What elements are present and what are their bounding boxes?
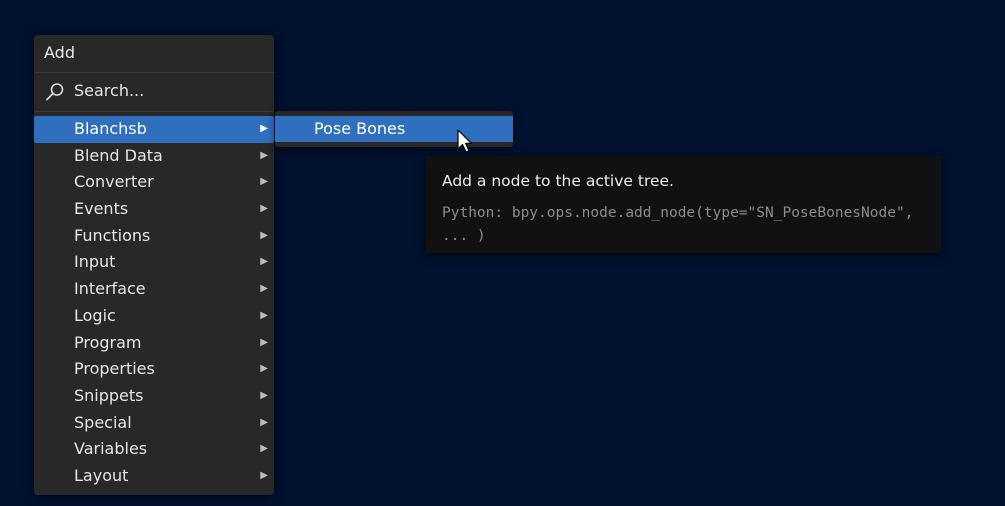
menu-item-label: Interface [74, 279, 146, 299]
menu-item-label: Input [74, 252, 116, 272]
triangle-right-icon: ▶ [260, 389, 268, 401]
add-menu: Add Search... Blanchsb ▶ Blend Data ▶ Co… [34, 35, 274, 495]
triangle-right-icon: ▶ [260, 203, 268, 215]
menu-item-events[interactable]: Events ▶ [34, 196, 274, 223]
submenu-item-pose-bones[interactable]: Pose Bones [275, 116, 513, 142]
menu-items: Blanchsb ▶ Blend Data ▶ Converter ▶ Even… [34, 116, 274, 490]
menu-item-label: Layout [74, 465, 129, 485]
menu-item-blend-data[interactable]: Blend Data ▶ [34, 143, 274, 170]
search-icon [46, 83, 64, 101]
menu-item-label: Logic [74, 305, 116, 325]
menu-item-label: Events [74, 199, 129, 219]
triangle-right-icon: ▶ [260, 416, 268, 428]
triangle-right-icon: ▶ [260, 443, 268, 455]
menu-divider [34, 111, 274, 112]
menu-item-interface[interactable]: Interface ▶ [34, 276, 274, 303]
menu-item-input[interactable]: Input ▶ [34, 249, 274, 276]
menu-item-variables[interactable]: Variables ▶ [34, 436, 274, 463]
menu-item-label: Snippets [74, 385, 144, 405]
menu-item-layout[interactable]: Layout ▶ [34, 463, 274, 490]
triangle-right-icon: ▶ [260, 256, 268, 268]
menu-item-program[interactable]: Program ▶ [34, 330, 274, 357]
menu-item-label: Blend Data [74, 145, 163, 165]
menu-item-logic[interactable]: Logic ▶ [34, 303, 274, 330]
menu-title: Add [44, 43, 75, 62]
search-field[interactable]: Search... [34, 73, 274, 109]
menu-item-converter[interactable]: Converter ▶ [34, 169, 274, 196]
blanchsb-submenu: Pose Bones [275, 111, 513, 147]
triangle-right-icon: ▶ [260, 176, 268, 188]
mouse-pointer-icon [457, 129, 473, 153]
triangle-right-icon: ▶ [260, 309, 268, 321]
menu-item-label: Functions [74, 225, 151, 245]
menu-item-label: Variables [74, 439, 148, 459]
menu-item-label: Converter [74, 172, 154, 192]
menu-item-special[interactable]: Special ▶ [34, 410, 274, 437]
menu-item-label: Special [74, 412, 132, 432]
triangle-right-icon: ▶ [260, 469, 268, 481]
search-label: Search... [74, 81, 145, 100]
menu-item-label: Program [74, 332, 142, 352]
triangle-right-icon: ▶ [260, 336, 268, 348]
tooltip-python-command: Python: bpy.ops.node.add_node(type="SN_P… [442, 205, 914, 244]
triangle-right-icon: ▶ [260, 283, 268, 295]
triangle-right-icon: ▶ [260, 229, 268, 241]
tooltip: Add a node to the active tree. Python: b… [426, 156, 941, 253]
triangle-right-icon: ▶ [260, 149, 268, 161]
menu-item-blanchsb[interactable]: Blanchsb ▶ [34, 116, 274, 143]
triangle-right-icon: ▶ [260, 123, 268, 134]
menu-item-label: Blanchsb [74, 119, 147, 138]
menu-item-snippets[interactable]: Snippets ▶ [34, 383, 274, 410]
menu-item-functions[interactable]: Functions ▶ [34, 223, 274, 250]
tooltip-description: Add a node to the active tree. [442, 172, 674, 190]
menu-item-label: Properties [74, 359, 155, 379]
submenu-item-label: Pose Bones [314, 119, 406, 138]
triangle-right-icon: ▶ [260, 363, 268, 375]
menu-item-properties[interactable]: Properties ▶ [34, 356, 274, 383]
